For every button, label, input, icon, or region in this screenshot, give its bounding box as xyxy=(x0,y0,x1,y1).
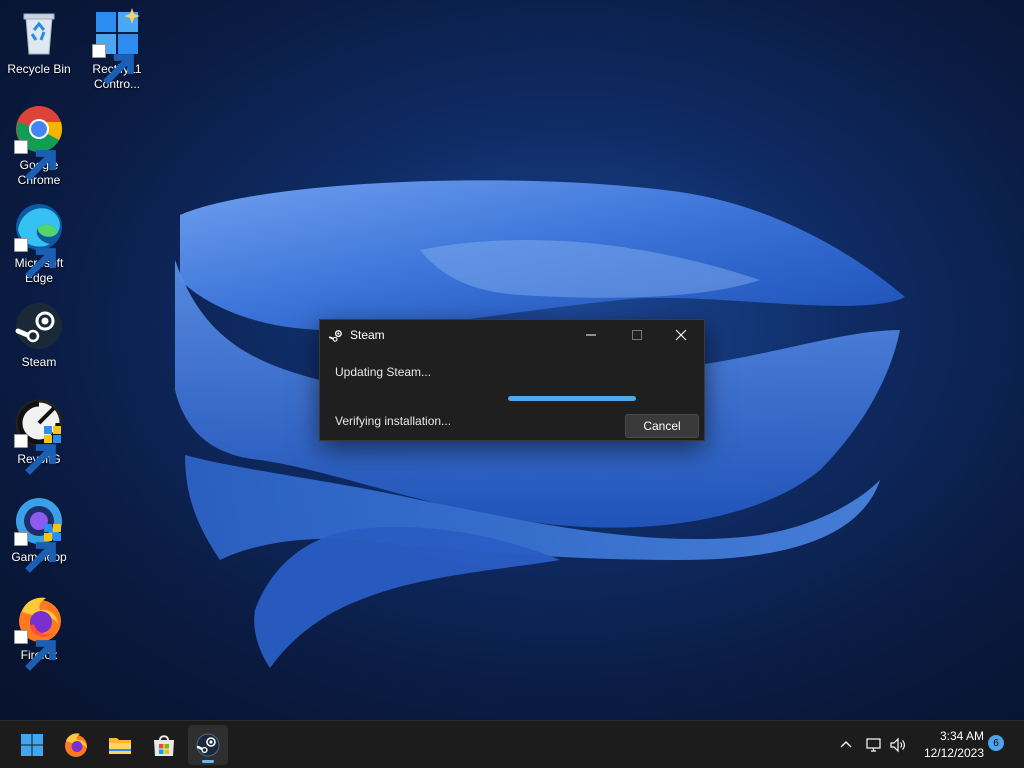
desktop-icon-gameloop[interactable]: Gameloop xyxy=(1,496,77,573)
maximize-button[interactable] xyxy=(614,320,660,350)
volume-button[interactable] xyxy=(888,735,908,755)
recycle-bin-icon xyxy=(14,8,64,58)
notification-badge[interactable]: 6 xyxy=(988,735,1004,751)
shortcut-arrow-icon xyxy=(92,44,134,85)
rectify11-control-panel-icon xyxy=(92,8,142,85)
microsoft-store-icon xyxy=(154,735,174,756)
update-detail-text: Verifying installation... xyxy=(335,414,452,428)
steam-icon xyxy=(14,301,64,351)
desktop-icon-steam[interactable]: Steam xyxy=(1,301,77,370)
taskbar-steam[interactable] xyxy=(188,725,228,765)
shortcut-arrow-icon xyxy=(14,630,56,671)
taskbar-microsoft-store[interactable] xyxy=(144,725,184,765)
gameloop-icon xyxy=(14,496,64,573)
steam-icon xyxy=(329,328,344,343)
taskbar-file-explorer[interactable] xyxy=(100,725,140,765)
firefox-icon xyxy=(65,733,87,757)
clock-date[interactable]: 12/12/2023 xyxy=(920,746,984,760)
desktop-icon-firefox[interactable]: Firefox xyxy=(1,594,77,671)
update-status-text: Updating Steam... xyxy=(335,365,432,379)
progress-bar xyxy=(508,396,636,401)
shortcut-arrow-icon xyxy=(14,532,56,573)
desktop-icon-edge[interactable]: Microsoft Edge xyxy=(1,202,77,286)
shortcut-arrow-icon xyxy=(14,434,56,475)
close-icon xyxy=(675,329,687,341)
firefox-icon xyxy=(14,594,64,671)
desktop-icon-rectify11[interactable]: Rectify11 Contro... xyxy=(79,8,155,92)
desktop-icon-recycle-bin[interactable]: Recycle Bin xyxy=(1,8,77,77)
edge-icon xyxy=(14,202,64,279)
show-hidden-icons-button[interactable] xyxy=(836,735,856,755)
volume-icon xyxy=(890,737,905,753)
close-button[interactable] xyxy=(658,320,704,350)
shortcut-arrow-icon xyxy=(14,140,56,181)
start-icon xyxy=(21,734,43,756)
taskbar-firefox[interactable] xyxy=(56,725,96,765)
network-button[interactable] xyxy=(864,735,884,755)
minimize-button[interactable] xyxy=(568,320,614,350)
shortcut-arrow-icon xyxy=(14,238,56,279)
chevron-up-icon xyxy=(840,741,852,748)
chrome-icon xyxy=(14,104,64,181)
network-icon xyxy=(866,738,881,752)
dialog-title: Steam xyxy=(350,328,385,342)
revoltg-icon xyxy=(14,398,64,475)
cancel-button[interactable]: Cancel xyxy=(625,414,699,438)
minimize-icon xyxy=(586,334,596,336)
dialog-titlebar[interactable]: Steam xyxy=(320,320,704,350)
file-explorer-icon xyxy=(109,738,131,754)
desktop-icon-chrome[interactable]: Google Chrome xyxy=(1,104,77,188)
desktop-icon-revoltg[interactable]: RevoltG xyxy=(1,398,77,475)
desktop-icon-label: Steam xyxy=(21,355,57,369)
active-app-indicator xyxy=(202,760,214,763)
desktop: Recycle Bin Rectify11 Contro... Google C… xyxy=(0,0,1024,720)
maximize-icon xyxy=(632,330,642,340)
steam-update-dialog: Steam Updating Steam... Verifying instal… xyxy=(319,319,705,441)
desktop-icon-label: Recycle Bin xyxy=(7,62,71,76)
clock-time[interactable]: 3:34 AM xyxy=(920,729,984,743)
start-button[interactable] xyxy=(12,725,52,765)
steam-icon xyxy=(196,733,220,757)
progress-bar-fill xyxy=(508,396,636,401)
taskbar: 3:34 AM 12/12/2023 6 xyxy=(0,720,1024,768)
